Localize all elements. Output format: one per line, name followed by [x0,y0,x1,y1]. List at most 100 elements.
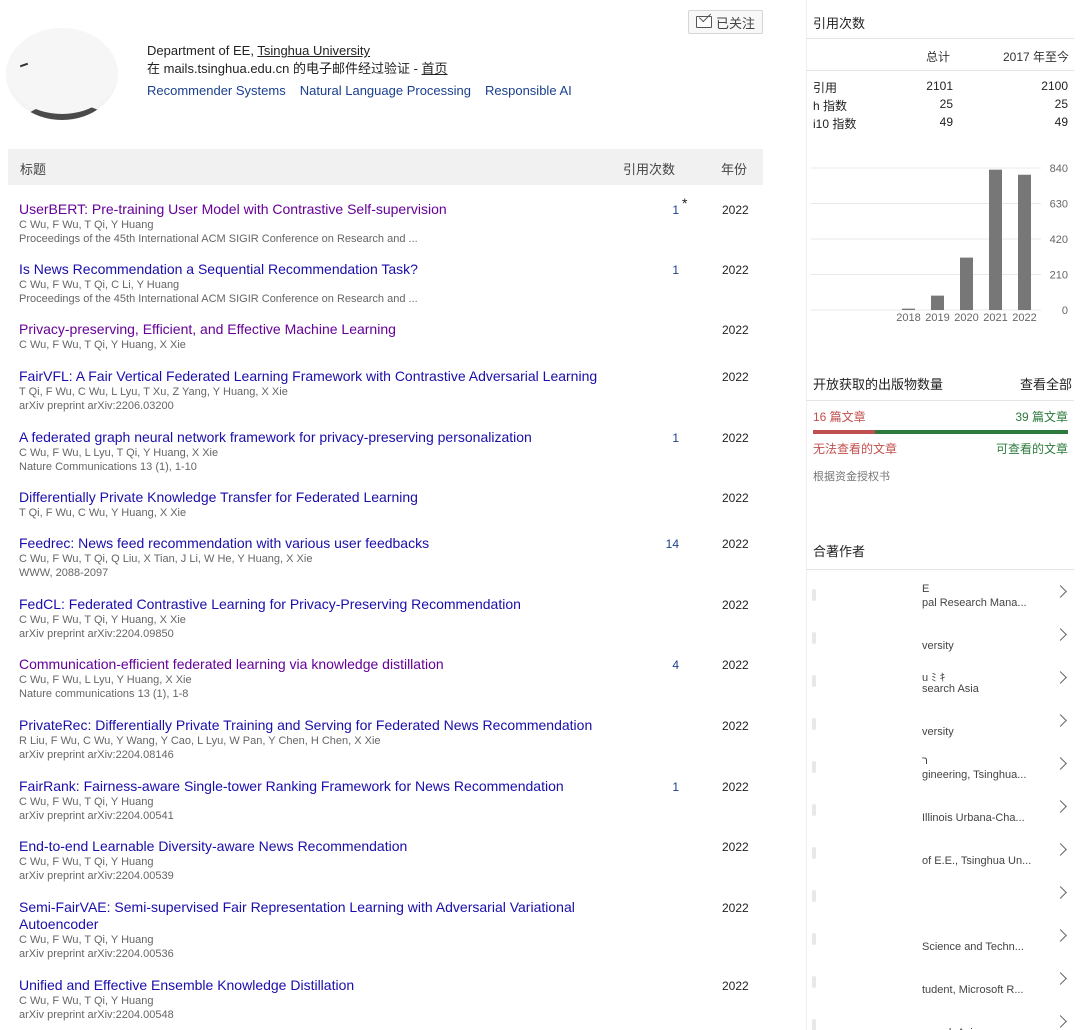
coauthor-item[interactable]: Science and Techn... [806,919,1074,962]
coauthor-item[interactable]: search Asia [806,1005,1074,1030]
article-title-link[interactable]: End-to-end Learnable Diversity-aware New… [19,838,609,855]
sort-by-year[interactable]: 年份 [721,159,747,178]
x-tick-label: 2022 [1012,312,1036,324]
article-title-link[interactable]: Privacy-preserving, Efficient, and Effec… [19,321,609,338]
cited-by-link[interactable]: 1 [659,431,679,445]
chevron-right-icon[interactable] [1054,671,1067,684]
interest-link[interactable]: Recommender Systems [147,82,286,100]
article-title-link[interactable]: UserBERT: Pre-training User Model with C… [19,201,609,218]
article-venue: arXiv preprint arXiv:2206.03200 [19,400,174,412]
year-bar[interactable] [989,169,1002,310]
cited-by-link[interactable]: 1 [659,780,679,794]
chevron-right-icon[interactable] [1054,972,1067,985]
follow-button[interactable]: 已关注 [688,10,763,34]
chevron-right-icon[interactable] [1054,585,1067,598]
avatar [6,28,118,120]
coauthor-affiliation: pal Research Mana... [922,597,1027,609]
article-authors: C Wu, F Wu, T Qi, Y Huang, X Xie [19,339,186,351]
x-tick-label: 2018 [896,312,920,324]
article-title-link[interactable]: A federated graph neural network framewo… [19,429,609,446]
divider [806,70,1074,71]
article-title-link[interactable]: FairVFL: A Fair Vertical Federated Learn… [19,368,609,385]
metric-all: 49 [939,115,953,129]
article-title-link[interactable]: Semi-FairVAE: Semi-supervised Fair Repre… [19,899,609,933]
cited-by-link[interactable]: 1 [659,203,679,217]
article-title-link[interactable]: Is News Recommendation a Sequential Reco… [19,261,609,278]
coauthor-avatar [812,933,816,945]
article-authors: R Liu, F Wu, C Wu, Y Wang, Y Cao, L Lyu,… [19,735,381,747]
metric-since: 49 [1054,115,1068,129]
article-title-link[interactable]: Unified and Effective Ensemble Knowledge… [19,977,609,994]
article-row: Communication-efficient federated learni… [19,656,763,701]
merged-citation-star[interactable]: * [682,195,687,211]
chevron-right-icon[interactable] [1054,714,1067,727]
coauthor-item[interactable]: tudent, Microsoft R... [806,962,1074,1005]
interest-link[interactable]: Responsible AI [485,82,572,100]
coauthor-item[interactable] [806,876,1074,919]
article-title-link[interactable]: FedCL: Federated Contrastive Learning fo… [19,596,609,613]
article-venue: Nature Communications 13 (1), 1-10 [19,461,197,473]
coauthor-item[interactable]: versity [806,704,1074,747]
chevron-right-icon[interactable] [1054,757,1067,770]
article-authors: C Wu, F Wu, T Qi, Y Huang [19,995,154,1007]
article-year: 2022 [722,840,749,854]
coauthor-item[interactable]: versity [806,618,1074,661]
coauthor-item[interactable]: Illinois Urbana-Cha... [806,790,1074,833]
y-tick-label: 420 [1050,234,1068,246]
y-tick-label: 840 [1050,163,1068,175]
divider [806,400,1074,401]
article-venue: WWW, 2088-2097 [19,567,109,579]
coauthor-affiliation: tudent, Microsoft R... [922,984,1024,996]
year-bar[interactable] [902,308,915,310]
article-row: Unified and Effective Ensemble Knowledge… [19,977,763,1022]
sort-by-citations[interactable]: 引用次数 [623,159,675,178]
affiliation-link[interactable]: Tsinghua University [257,43,370,58]
available-count[interactable]: 39 篇文章 [1015,408,1068,425]
article-row: Differentially Private Knowledge Transfe… [19,489,763,520]
article-title-link[interactable]: Feedrec: News feed recommendation with v… [19,535,609,552]
interest-link[interactable]: Natural Language Processing [300,82,471,100]
year-bar[interactable] [960,257,973,310]
sort-by-title[interactable]: 标题 [20,159,46,178]
coauthor-item[interactable]: Epal Research Mana... [806,575,1074,618]
open-access-labels: 无法查看的文章 可查看的文章 [813,440,1068,457]
coauthor-item[interactable]: ר gineering, Tsinghua... [806,747,1074,790]
affiliation-text: Department of EE, [147,43,258,58]
coauthor-affiliation: Illinois Urbana-Cha... [922,812,1025,824]
article-row: PrivateRec: Differentially Private Train… [19,717,763,762]
cited-by-link[interactable]: 14 [659,537,679,551]
cited-by-link[interactable]: 1 [659,263,679,277]
coauthor-item[interactable]: u ﾐ ｷ search Asia [806,661,1074,704]
article-title-link[interactable]: Communication-efficient federated learni… [19,656,609,673]
coauthor-item[interactable]: of E.E., Tsinghua Un... [806,833,1074,876]
chevron-right-icon[interactable] [1054,1015,1067,1028]
year-bar[interactable] [1018,174,1031,310]
chevron-right-icon[interactable] [1054,929,1067,942]
metric-label[interactable]: 引用 [813,79,837,96]
chevron-right-icon[interactable] [1054,628,1067,641]
article-title-link[interactable]: Differentially Private Knowledge Transfe… [19,489,609,506]
chevron-right-icon[interactable] [1054,843,1067,856]
view-all-link[interactable]: 查看全部 [1020,374,1072,393]
article-title-link[interactable]: FairRank: Fairness-aware Single-tower Ra… [19,778,609,795]
article-row: UserBERT: Pre-training User Model with C… [19,195,763,246]
chevron-right-icon[interactable] [1054,886,1067,899]
metric-label[interactable]: i10 指数 [813,115,856,132]
homepage-link[interactable]: 首页 [422,61,448,76]
coauthor-name: ר [922,755,928,767]
coauthor-avatar [812,589,816,601]
unavailable-count[interactable]: 16 篇文章 [813,410,866,424]
coauthor-avatar [812,976,816,988]
article-year: 2022 [722,719,749,733]
article-title-link[interactable]: PrivateRec: Differentially Private Train… [19,717,609,734]
coauthor-affiliation: versity [922,640,954,652]
cited-by-link[interactable]: 4 [659,658,679,672]
profile-main: 已关注 Department of EE, Tsinghua Universit… [0,0,775,1030]
article-year: 2022 [722,323,749,337]
year-bar[interactable] [931,295,944,310]
chevron-right-icon[interactable] [1054,800,1067,813]
citations-title: 引用次数 [813,16,866,31]
sidebar: 引用次数 总计 2017 年至今 引用 2101 2100 h 指数 25 25… [806,0,1080,1030]
metric-label[interactable]: h 指数 [813,97,847,114]
mandates-link[interactable]: 根据资金授权书 [813,468,1068,484]
